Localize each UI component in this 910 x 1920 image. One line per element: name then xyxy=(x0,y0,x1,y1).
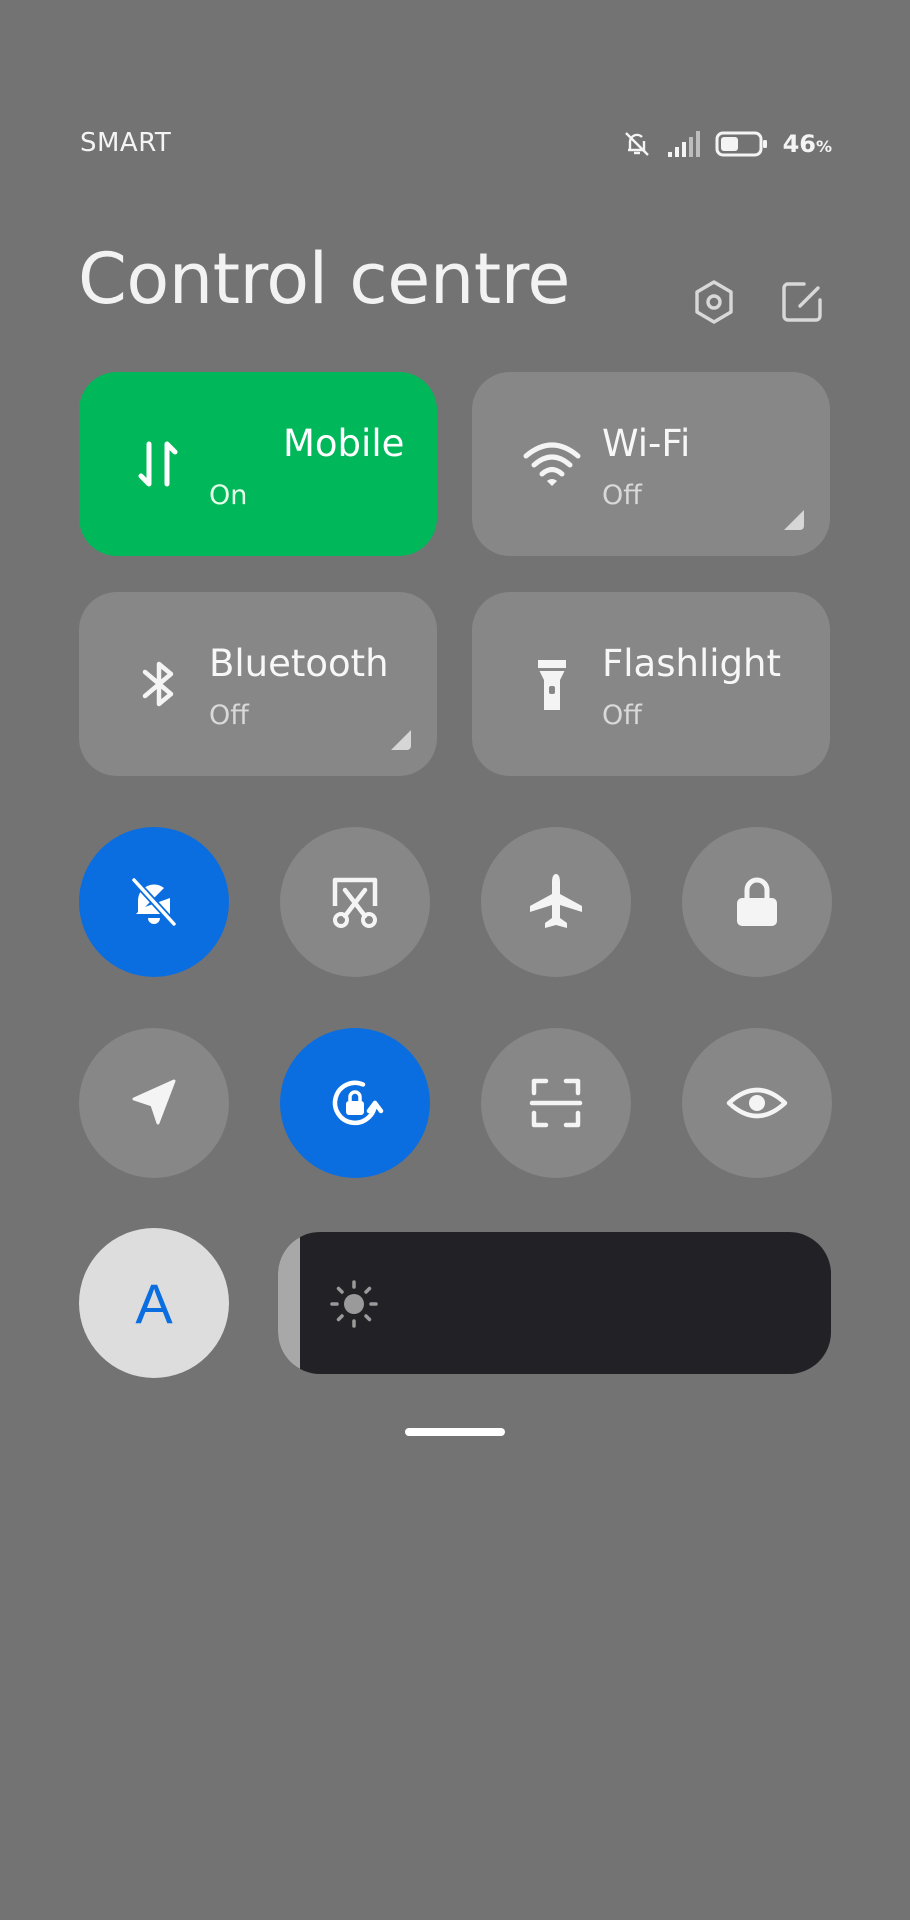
lock-icon xyxy=(737,877,777,926)
location-toggle[interactable] xyxy=(79,1028,229,1178)
mobile-data-icon xyxy=(138,441,178,487)
tile-label: Bluetooth xyxy=(209,642,389,685)
hexagon-gear-icon[interactable] xyxy=(690,278,738,326)
brightness-slider[interactable] xyxy=(278,1232,831,1374)
tile-label: Wi-Fi xyxy=(602,422,691,465)
flashlight-icon xyxy=(538,660,566,710)
expand-corner-icon[interactable] xyxy=(784,510,804,530)
battery-percentage: 46% xyxy=(782,130,832,158)
rotation-lock-toggle[interactable] xyxy=(280,1028,430,1178)
eye-icon xyxy=(726,1087,788,1119)
tile-flashlight[interactable]: Flashlight Off xyxy=(472,592,830,776)
expand-corner-icon[interactable] xyxy=(391,730,411,750)
page-title: Control centre xyxy=(78,238,570,320)
status-icons: 46% xyxy=(621,126,832,162)
home-indicator[interactable] xyxy=(405,1428,505,1436)
tile-state: Off xyxy=(602,700,642,731)
tile-state: Off xyxy=(209,700,249,731)
tile-mobile-data[interactable]: Mobile On xyxy=(79,372,437,556)
reading-mode-toggle[interactable] xyxy=(682,1028,832,1178)
tile-bluetooth[interactable]: Bluetooth Off xyxy=(79,592,437,776)
tile-state: On xyxy=(209,480,248,511)
tile-label: Mobile xyxy=(283,422,405,465)
battery-icon xyxy=(715,131,767,157)
auto-brightness-icon: A xyxy=(135,1271,173,1335)
location-arrow-icon xyxy=(132,1079,176,1125)
scanner-toggle[interactable] xyxy=(481,1028,631,1178)
lock-screen-toggle[interactable] xyxy=(682,827,832,977)
edit-icon[interactable] xyxy=(778,278,826,326)
tile-state: Off xyxy=(602,480,642,511)
control-centre-screen: SMART 46% Control centre Mobile On Wi-Fi… xyxy=(0,0,910,1920)
scissors-screenshot-icon xyxy=(332,877,378,928)
rotation-lock-icon xyxy=(332,1080,384,1126)
bell-off-icon xyxy=(131,877,177,927)
airplane-icon xyxy=(530,874,582,928)
wifi-icon xyxy=(523,442,581,486)
brightness-slider-fill xyxy=(278,1232,301,1374)
sun-icon xyxy=(330,1280,378,1328)
auto-brightness-toggle[interactable]: A xyxy=(79,1228,229,1378)
screenshot-toggle[interactable] xyxy=(280,827,430,977)
silent-mode-toggle[interactable] xyxy=(79,827,229,977)
signal-icon xyxy=(667,131,700,157)
airplane-mode-toggle[interactable] xyxy=(481,827,631,977)
bluetooth-icon xyxy=(142,661,174,707)
tile-wifi[interactable]: Wi-Fi Off xyxy=(472,372,830,556)
tile-label: Flashlight xyxy=(602,642,781,685)
bell-off-icon xyxy=(624,132,649,156)
carrier-name: SMART xyxy=(80,128,172,158)
scan-frame-icon xyxy=(529,1078,583,1128)
